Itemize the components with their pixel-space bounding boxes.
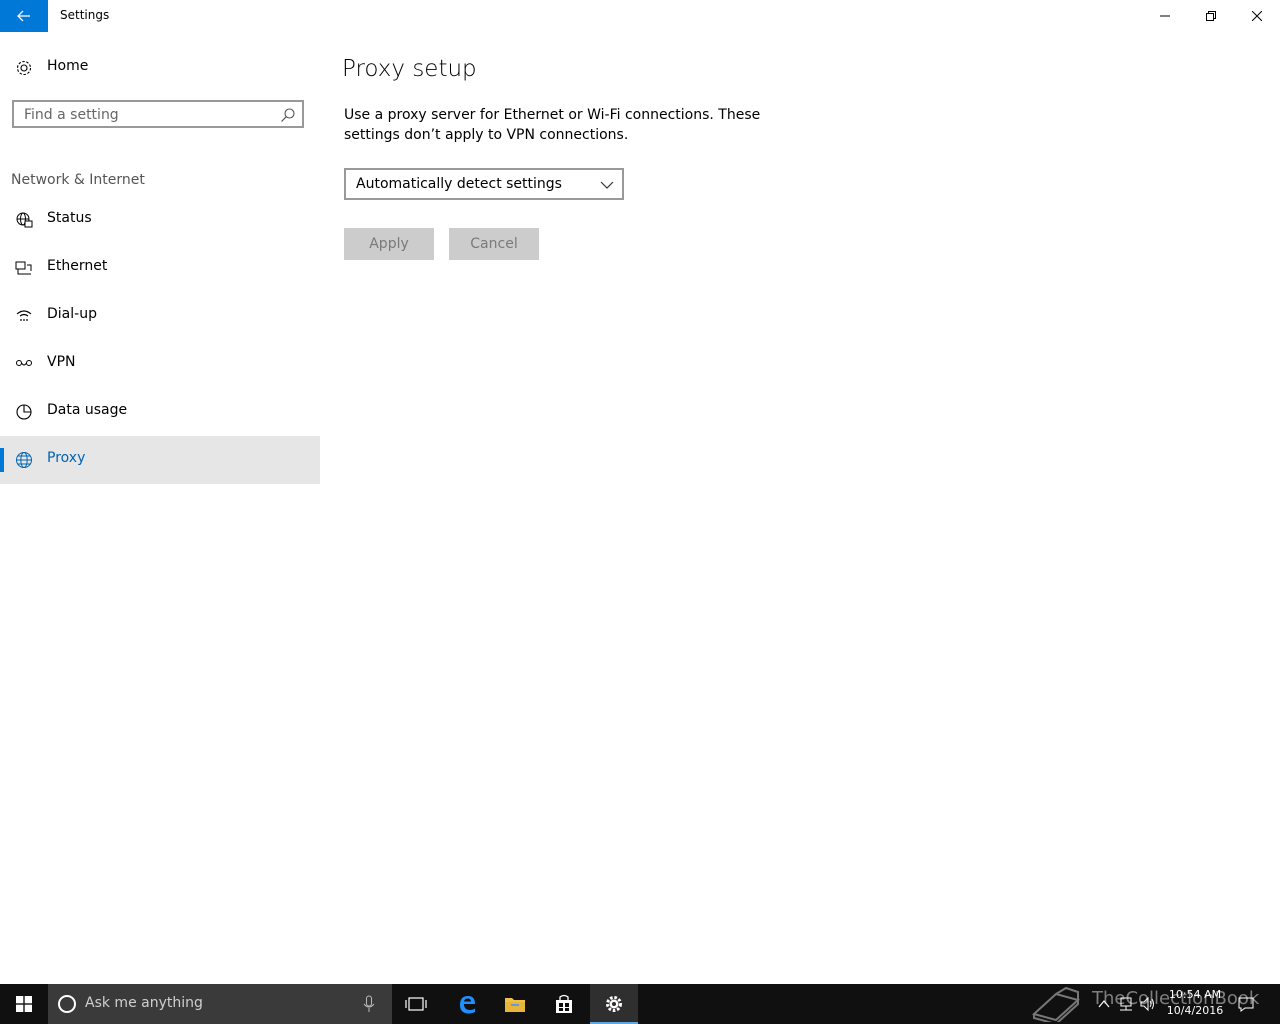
back-arrow-icon [17, 10, 30, 22]
sidebar-item-label: Home [47, 58, 89, 74]
store-button[interactable] [540, 984, 588, 1024]
apply-button[interactable]: Apply [344, 228, 434, 260]
page-title: Proxy setup [342, 56, 477, 82]
vpn-icon [16, 360, 32, 366]
restore-button[interactable] [1188, 0, 1234, 32]
clock-date: 10/4/2016 [1166, 1004, 1224, 1017]
task-view-icon [405, 997, 427, 1011]
cortana-placeholder: Ask me anything [85, 995, 203, 1011]
restore-icon [1206, 11, 1216, 21]
windows-logo-icon [16, 996, 32, 1012]
sidebar-item-dialup[interactable]: Dial-up [0, 292, 320, 340]
task-view-button[interactable] [392, 984, 440, 1024]
back-button[interactable] [0, 0, 48, 32]
file-explorer-button[interactable] [491, 984, 539, 1024]
globe-status-icon [16, 212, 33, 228]
sidebar-item-vpn[interactable]: VPN [0, 340, 320, 388]
sidebar-item-label: Ethernet [47, 258, 108, 274]
action-center-icon[interactable] [1238, 996, 1254, 1012]
clock[interactable]: 10:54 AM 10/4/2016 [1160, 987, 1230, 1019]
sidebar-item-label: Status [47, 210, 92, 226]
microphone-icon[interactable] [363, 995, 375, 1013]
minimize-button[interactable] [1142, 0, 1188, 32]
folder-icon [505, 998, 525, 1012]
proxy-mode-dropdown[interactable]: Automatically detect settings [344, 168, 624, 200]
data-usage-icon [16, 404, 32, 420]
section-label: Network & Internet [11, 172, 145, 188]
gear-icon [606, 996, 622, 1012]
search-input[interactable] [24, 106, 274, 124]
ethernet-icon [15, 261, 32, 275]
proxy-description: Use a proxy server for Ethernet or Wi-Fi… [344, 107, 761, 143]
close-button[interactable] [1234, 0, 1280, 32]
sidebar-item-status[interactable]: Status [0, 196, 320, 244]
sidebar-item-label: VPN [47, 354, 76, 370]
sidebar: Home Network & Internet Status Ethernet [0, 32, 320, 984]
start-button[interactable] [0, 984, 48, 1024]
sidebar-item-label: Dial-up [47, 306, 97, 322]
edge-button[interactable] [443, 984, 491, 1024]
edge-icon [460, 996, 475, 1014]
minimize-icon [1160, 15, 1170, 17]
settings-taskbar-button[interactable] [590, 984, 638, 1024]
volume-icon[interactable] [1140, 996, 1156, 1012]
gear-icon [16, 60, 32, 76]
selection-indicator [0, 448, 4, 472]
sidebar-item-label: Proxy [47, 450, 86, 466]
close-icon [1252, 11, 1262, 21]
network-icon[interactable] [1118, 996, 1134, 1012]
sidebar-item-data-usage[interactable]: Data usage [0, 388, 320, 436]
chevron-up-icon[interactable] [1096, 996, 1112, 1012]
chevron-down-icon [600, 181, 614, 189]
title-bar: Settings [0, 0, 1280, 32]
cancel-button[interactable]: Cancel [449, 228, 539, 260]
search-icon[interactable] [280, 107, 296, 123]
dropdown-value: Automatically detect settings [356, 176, 562, 192]
watermark-book-icon [1031, 986, 1081, 1022]
store-icon [556, 994, 572, 1013]
taskbar: Ask me anything TheCollectionBook 10:54 … [0, 984, 1280, 1024]
sidebar-item-proxy[interactable]: Proxy [0, 436, 320, 484]
clock-time: 10:54 AM [1168, 988, 1222, 1001]
sidebar-item-ethernet[interactable]: Ethernet [0, 244, 320, 292]
cortana-icon [58, 995, 76, 1013]
sidebar-item-label: Data usage [47, 402, 128, 418]
window-title: Settings [60, 8, 110, 22]
globe-icon [16, 452, 32, 468]
cortana-search-box[interactable]: Ask me anything [48, 984, 392, 1024]
search-box[interactable] [12, 100, 304, 128]
sidebar-item-home[interactable]: Home [0, 44, 320, 92]
dialup-icon [16, 310, 32, 321]
